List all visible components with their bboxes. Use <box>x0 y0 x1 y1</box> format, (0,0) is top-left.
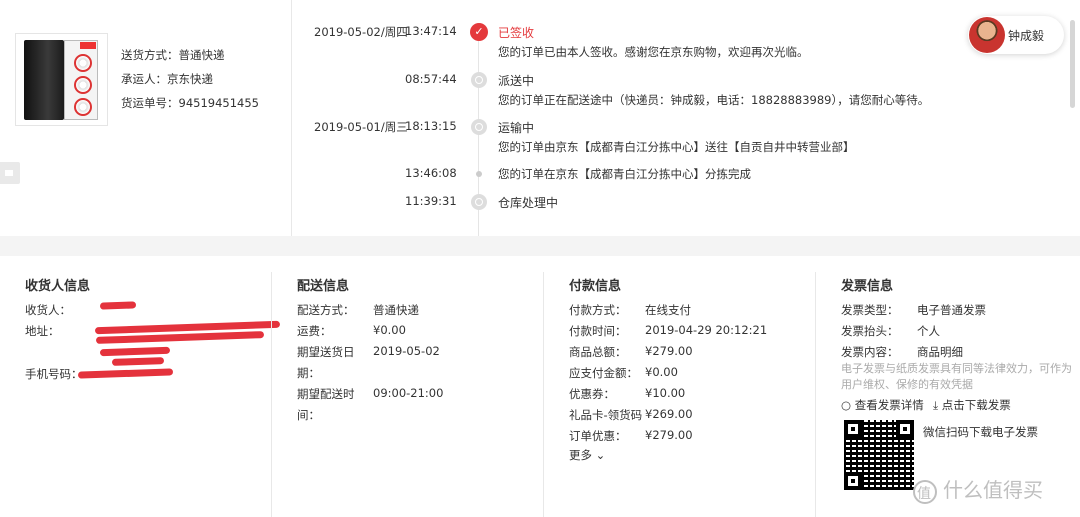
gift-card-label: 礼品卡-领货码 <box>569 408 643 422</box>
coupon-value: ¥10.00 <box>645 386 686 400</box>
gift-card-value: ¥269.00 <box>645 407 693 421</box>
expected-date-label: 期望送货日 <box>297 345 355 359</box>
entry-status: 已签收 <box>498 26 535 40</box>
entry-description: 您的订单在京东【成都青白江分拣中心】分拣完成 <box>498 167 751 181</box>
address-label: 地址： <box>25 324 60 338</box>
shipping-details: 送货方式：普通快递 承运人：京东快递 货运单号：94519451455 <box>121 43 259 115</box>
section-title: 发票信息 <box>841 279 894 294</box>
download-icon: ⤓ <box>933 398 942 412</box>
section-title: 配送信息 <box>297 279 350 294</box>
expected-date: 2019-05-02 <box>373 344 440 358</box>
courier-card[interactable]: 钟成毅 <box>968 16 1064 54</box>
entry-time: 11:39:31 <box>405 194 457 208</box>
qr-code <box>844 420 914 490</box>
courier-name: 钟成毅 <box>1008 29 1045 43</box>
entry-time: 13:46:08 <box>405 166 457 180</box>
fan-image <box>74 54 92 72</box>
phone-label: 手机号码： <box>25 367 83 381</box>
delivery-method-label: 配送方式： <box>297 303 355 317</box>
search-icon: ○ <box>841 398 855 412</box>
entry-status: 运输中 <box>498 121 535 135</box>
download-invoice-link[interactable]: ⤓ 点击下载发票 <box>933 397 1011 413</box>
expected-time-label: 期望配送时 <box>297 387 355 401</box>
expected-time: 09:00-21:00 <box>373 386 444 400</box>
delivery-info: 配送信息 配送方式： 普通快递 运费： ¥0.00 期望送货日 期： 2019-… <box>272 256 544 517</box>
invoice-note: 电子发票与纸质发票具有同等法律效力，可作为用户维权、保修的有效凭据 <box>841 362 1072 391</box>
invoice-type: 电子普通发票 <box>917 303 986 317</box>
side-collapse-button[interactable] <box>0 162 20 184</box>
shipping-method: 普通快递 <box>178 48 225 62</box>
watermark: 什么值得买 <box>913 474 1043 504</box>
entry-time: 18:13:15 <box>405 119 457 133</box>
amount-due: ¥0.00 <box>645 365 678 379</box>
invoice-header-label: 发票抬头： <box>841 324 899 338</box>
redaction-mark <box>99 346 171 357</box>
payment-info: 付款信息 付款方式： 在线支付 付款时间： 2019-04-29 20:12:2… <box>544 256 816 517</box>
amount-due-label: 应支付金额： <box>569 366 638 380</box>
order-discount-label: 订单优惠： <box>569 429 627 443</box>
carrier-row: 承运人：京东快递 <box>121 72 213 86</box>
view-invoice-link[interactable]: ○ 查看发票详情 <box>841 397 924 413</box>
qr-caption: 微信扫码下载电子发票 <box>923 425 1038 439</box>
expected-time-label-cont: 间： <box>297 408 320 422</box>
section-divider <box>0 236 1080 256</box>
receiver-name-label: 收货人： <box>25 303 71 317</box>
carrier: 京东快递 <box>167 72 213 86</box>
pc-case-image <box>24 40 64 120</box>
logistics-panel: 送货方式：普通快递 承运人：京东快递 货运单号：94519451455 2019… <box>0 0 1080 236</box>
entry-time: 08:57:44 <box>405 72 457 86</box>
delivery-fee-label: 运费： <box>297 324 332 338</box>
entry-description: 您的订单已由本人签收。感谢您在京东购物，欢迎再次光临。 <box>498 45 809 59</box>
payment-method-label: 付款方式： <box>569 303 627 317</box>
shipping-method-row: 送货方式：普通快递 <box>121 48 225 62</box>
expected-date-label-cont: 期： <box>297 366 320 380</box>
entry-date: 2019-05-01/周三 <box>314 120 408 134</box>
redaction-mark <box>111 357 165 366</box>
package-summary: 送货方式：普通快递 承运人：京东快递 货运单号：94519451455 <box>0 0 292 236</box>
redaction-mark <box>77 368 174 379</box>
goods-total-label: 商品总额： <box>569 345 627 359</box>
check-icon: ✓ <box>470 23 488 41</box>
section-title: 付款信息 <box>569 279 622 294</box>
delivery-fee: ¥0.00 <box>373 323 406 337</box>
watermark-logo-icon <box>913 479 937 504</box>
invoice-content-label: 发票内容： <box>841 345 899 359</box>
timeline-dot <box>476 171 482 177</box>
payment-time-label: 付款时间： <box>569 324 627 338</box>
delivery-method: 普通快递 <box>373 303 419 317</box>
invoice-content: 商品明细 <box>917 345 963 359</box>
section-title: 收货人信息 <box>25 279 91 294</box>
payment-time: 2019-04-29 20:12:21 <box>645 323 768 337</box>
entry-time: 13:47:14 <box>405 24 457 38</box>
avatar <box>969 17 1005 53</box>
tracking-row: 货运单号：94519451455 <box>121 96 259 110</box>
delivery-icon <box>471 72 487 88</box>
fan-image <box>74 98 92 116</box>
fan-image <box>74 76 92 94</box>
product-tag <box>80 42 96 49</box>
invoice-type-label: 发票类型： <box>841 303 899 317</box>
goods-total: ¥279.00 <box>645 344 693 358</box>
entry-status: 仓库处理中 <box>498 196 559 210</box>
warehouse-icon <box>471 194 487 210</box>
coupon-label: 优惠券： <box>569 387 615 401</box>
redaction-mark <box>99 301 137 310</box>
invoice-header: 个人 <box>917 324 940 338</box>
receiver-info: 收货人信息 收货人： 地址： 手机号码： <box>0 256 281 517</box>
tracking-timeline: 2019-05-02/周四 13:47:14 ✓ 已签收 您的订单已由本人签收。… <box>292 0 1062 236</box>
payment-method: 在线支付 <box>645 303 691 317</box>
entry-status: 派送中 <box>498 74 535 88</box>
truck-icon <box>471 119 487 135</box>
entry-description: 您的订单正在配送途中（快递员：钟成毅，电话：18828883989），请您耐心等… <box>498 93 930 107</box>
entry-date: 2019-05-02/周四 <box>314 25 408 39</box>
tracking-number: 94519451455 <box>178 96 259 110</box>
more-button[interactable]: 更多 ⌄ <box>569 447 605 463</box>
scrollbar[interactable] <box>1070 20 1075 108</box>
product-thumbnail[interactable] <box>15 33 108 126</box>
entry-description: 您的订单由京东【成都青白江分拣中心】送往【自贡自井中转营业部】 <box>498 140 855 154</box>
order-discount: ¥279.00 <box>645 428 693 442</box>
